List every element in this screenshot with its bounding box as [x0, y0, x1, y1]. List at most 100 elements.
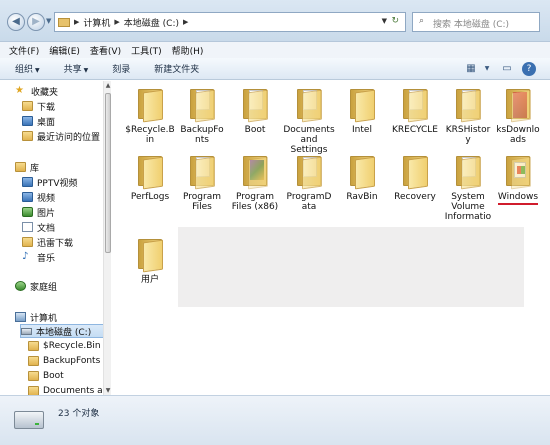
command-bar: 组织 ▼ 共享 ▼ 刻录 新建文件夹 ▦ ▼ ▭ ?: [0, 58, 550, 80]
share-button[interactable]: 共享 ▼: [64, 62, 89, 75]
nav-item-label: 图片: [37, 208, 56, 219]
folder-icon: [347, 154, 377, 190]
computer-folder-icon: [58, 17, 70, 27]
folder-icon: [400, 154, 430, 190]
nav-libraries-label: 库: [30, 163, 40, 174]
star-icon: ★: [15, 85, 24, 96]
folder-icon: [503, 87, 533, 123]
nav-item-videos[interactable]: 视频: [22, 190, 55, 204]
nav-item-downloads[interactable]: 下载: [22, 99, 55, 113]
video-library-icon: [22, 177, 33, 187]
folder-icon: [28, 356, 39, 366]
folder-item-windows[interactable]: Windows: [483, 154, 550, 205]
nav-libraries[interactable]: 库: [15, 160, 39, 174]
item-count: 23 个对象: [58, 409, 100, 419]
nav-item-label: BackupFonts: [43, 356, 101, 366]
menu-view[interactable]: 查看(V): [90, 44, 121, 57]
folder-icon: [28, 386, 39, 395]
nav-item-drive-c[interactable]: 本地磁盘 (C:): [20, 324, 104, 338]
nav-item-recent[interactable]: 最近访问的位置: [22, 129, 100, 143]
nav-item-label: $Recycle.Bin: [43, 341, 101, 351]
picture-library-icon: [22, 207, 33, 217]
chevron-down-icon: ▼: [35, 67, 40, 74]
menu-help[interactable]: 帮助(H): [172, 44, 204, 57]
folder-icon: [135, 87, 165, 123]
nav-item-documents[interactable]: 文档: [22, 220, 55, 234]
breadcrumb[interactable]: ▶ 计算机 ▶ 本地磁盘 (C:) ▶ ▼ ↻: [54, 12, 406, 32]
chevron-down-icon[interactable]: ▼: [382, 17, 387, 25]
folder-shortcut-icon: [294, 87, 324, 123]
nav-item-boot[interactable]: Boot: [28, 369, 64, 383]
library-icon: [15, 162, 26, 172]
menu-edit[interactable]: 编辑(E): [49, 44, 80, 57]
recent-pages-dropdown[interactable]: ▼: [46, 17, 51, 25]
nav-item-label: PPTV视频: [37, 178, 78, 189]
folder-icon: [294, 154, 324, 190]
nav-homegroup-label: 家庭组: [30, 282, 58, 293]
folder-icon: [135, 237, 165, 273]
video-library-icon: [22, 192, 33, 202]
scroll-up-icon[interactable]: ▲: [104, 81, 112, 90]
chevron-right-icon: ▶: [74, 18, 80, 26]
homegroup-icon: [15, 281, 26, 291]
folder-icon: [240, 154, 270, 190]
nav-item-documents-and[interactable]: Documents an: [28, 384, 108, 395]
nav-item-recycle[interactable]: $Recycle.Bin: [28, 339, 101, 353]
download-folder-icon: [22, 101, 33, 111]
folder-icon: [400, 87, 430, 123]
scrollbar-thumb[interactable]: [105, 93, 111, 253]
burn-button[interactable]: 刻录: [112, 62, 130, 75]
chevron-down-icon[interactable]: ▼: [480, 62, 494, 76]
help-icon[interactable]: ?: [522, 62, 536, 76]
chevron-down-icon: ▼: [83, 67, 89, 74]
forward-button[interactable]: ▶: [27, 13, 45, 31]
new-folder-button[interactable]: 新建文件夹: [154, 62, 199, 75]
organize-button[interactable]: 组织 ▼: [15, 62, 40, 75]
details-pane: 23 个对象: [0, 395, 550, 445]
nav-item-music[interactable]: ♪ 音乐: [22, 250, 55, 264]
nav-item-label: 本地磁盘 (C:): [36, 327, 92, 338]
recent-places-icon: [22, 131, 33, 141]
menu-bar: 文件(F) 编辑(E) 查看(V) 工具(T) 帮助(H): [0, 42, 550, 58]
search-input[interactable]: ⌕ 搜索 本地磁盘 (C:): [412, 12, 540, 32]
nav-item-desktop[interactable]: 桌面: [22, 114, 55, 128]
folder-icon: [28, 341, 39, 351]
nav-favorites[interactable]: ★ 收藏夹: [15, 84, 58, 98]
desktop-icon: [22, 116, 33, 126]
refresh-icon[interactable]: ↻: [391, 16, 399, 26]
folder-icon: [187, 87, 217, 123]
nav-item-pptv[interactable]: PPTV视频: [22, 175, 78, 189]
nav-item-label: 视频: [37, 193, 56, 204]
nav-item-label: 下载: [37, 102, 56, 113]
nav-computer[interactable]: 计算机: [15, 310, 57, 324]
folder-icon: [187, 154, 217, 190]
breadcrumb-computer[interactable]: 计算机: [83, 16, 110, 29]
computer-icon: [15, 312, 26, 322]
share-label: 共享: [63, 65, 82, 75]
scroll-down-icon[interactable]: ▼: [104, 386, 112, 395]
nav-item-backupfonts[interactable]: BackupFonts: [28, 354, 100, 368]
nav-item-label: 音乐: [37, 253, 56, 264]
menu-tools[interactable]: 工具(T): [131, 44, 162, 57]
view-options-icon[interactable]: ▦: [464, 62, 478, 76]
nav-item-pictures[interactable]: 图片: [22, 205, 55, 219]
nav-item-thunder[interactable]: 迅雷下载: [22, 235, 73, 249]
organize-label: 组织: [15, 65, 34, 75]
folder-item-users[interactable]: 用户: [115, 237, 185, 285]
folder-icon: [240, 87, 270, 123]
folder-label: ksDownlo ads: [496, 125, 540, 145]
menu-file[interactable]: 文件(F): [9, 44, 39, 57]
nav-item-label: 迅雷下载: [37, 238, 74, 249]
search-placeholder: 搜索 本地磁盘 (C:): [433, 20, 510, 30]
nav-scrollbar[interactable]: ▲ ▼: [103, 81, 111, 395]
preview-pane-icon[interactable]: ▭: [500, 62, 514, 76]
nav-item-label: 文档: [37, 223, 56, 234]
music-icon: ♪: [22, 251, 29, 262]
breadcrumb-drive-c[interactable]: 本地磁盘 (C:): [124, 16, 179, 29]
drive-icon: [14, 411, 44, 429]
nav-item-label: 桌面: [37, 117, 56, 128]
nav-item-label: 最近访问的位置: [37, 132, 101, 143]
nav-homegroup[interactable]: 家庭组: [15, 279, 57, 293]
folder-item-ksdownloads[interactable]: ksDownlo ads: [483, 87, 550, 145]
back-button[interactable]: ◀: [7, 13, 25, 31]
